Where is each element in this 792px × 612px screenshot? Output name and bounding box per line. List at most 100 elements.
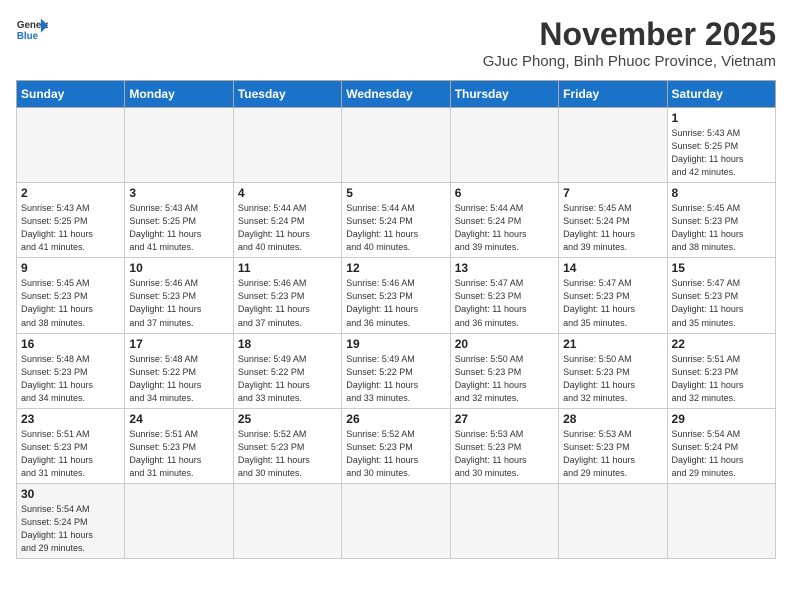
day-info: Sunrise: 5:43 AM Sunset: 5:25 PM Dayligh… <box>672 127 771 179</box>
day-info: Sunrise: 5:47 AM Sunset: 5:23 PM Dayligh… <box>672 277 771 329</box>
logo-icon: General Blue <box>16 16 48 44</box>
day-info: Sunrise: 5:46 AM Sunset: 5:23 PM Dayligh… <box>238 277 337 329</box>
calendar-cell: 7 Sunrise: 5:45 AM Sunset: 5:24 PM Daylig… <box>559 183 667 258</box>
day-info: Sunrise: 5:45 AM Sunset: 5:23 PM Dayligh… <box>672 202 771 254</box>
calendar-cell: 19Sunrise: 5:49 AM Sunset: 5:22 PM Dayli… <box>342 333 450 408</box>
day-info: Sunrise: 5:46 AM Sunset: 5:23 PM Dayligh… <box>129 277 228 329</box>
weekday-header-friday: Friday <box>559 81 667 108</box>
day-info: Sunrise: 5:45 AM Sunset: 5:24 PM Dayligh… <box>563 202 662 254</box>
calendar-cell: 17 Sunrise: 5:48 AM Sunset: 5:22 PM Dayli… <box>125 333 233 408</box>
calendar-cell <box>559 108 667 183</box>
day-number: 18 <box>238 337 337 351</box>
day-info: Sunrise: 5:52 AM Sunset: 5:23 PM Dayligh… <box>346 428 445 480</box>
day-number: 26 <box>346 412 445 426</box>
day-info: Sunrise: 5:48 AM Sunset: 5:23 PM Dayligh… <box>21 353 120 405</box>
weekday-header-row: SundayMondayTuesdayWednesdayThursdayFrid… <box>17 81 776 108</box>
day-number: 8 <box>672 186 771 200</box>
day-info: Sunrise: 5:50 AM Sunset: 5:23 PM Dayligh… <box>563 353 662 405</box>
day-info: Sunrise: 5:44 AM Sunset: 5:24 PM Dayligh… <box>455 202 554 254</box>
day-info: Sunrise: 5:51 AM Sunset: 5:23 PM Dayligh… <box>21 428 120 480</box>
day-number: 3 <box>129 186 228 200</box>
calendar-cell: 3 Sunrise: 5:43 AM Sunset: 5:25 PM Daylig… <box>125 183 233 258</box>
weekday-header-wednesday: Wednesday <box>342 81 450 108</box>
day-info: Sunrise: 5:48 AM Sunset: 5:22 PM Dayligh… <box>129 353 228 405</box>
calendar-cell: 16 Sunrise: 5:48 AM Sunset: 5:23 PM Dayli… <box>17 333 125 408</box>
calendar-cell <box>125 483 233 558</box>
day-number: 29 <box>672 412 771 426</box>
calendar-week-3: 16 Sunrise: 5:48 AM Sunset: 5:23 PM Dayli… <box>17 333 776 408</box>
day-number: 27 <box>455 412 554 426</box>
day-number: 20 <box>455 337 554 351</box>
day-number: 21 <box>563 337 662 351</box>
calendar-cell: 18 Sunrise: 5:49 AM Sunset: 5:22 PM Dayli… <box>233 333 341 408</box>
day-info: Sunrise: 5:43 AM Sunset: 5:25 PM Dayligh… <box>21 202 120 254</box>
calendar-cell: 2 Sunrise: 5:43 AM Sunset: 5:25 PM Daylig… <box>17 183 125 258</box>
day-info: Sunrise: 5:54 AM Sunset: 5:24 PM Dayligh… <box>21 503 120 555</box>
calendar-cell <box>667 483 775 558</box>
calendar-cell: 5 Sunrise: 5:44 AM Sunset: 5:24 PM Daylig… <box>342 183 450 258</box>
calendar-cell: 26 Sunrise: 5:52 AM Sunset: 5:23 PM Dayli… <box>342 408 450 483</box>
weekday-header-tuesday: Tuesday <box>233 81 341 108</box>
calendar-cell: 28Sunrise: 5:53 AM Sunset: 5:23 PM Dayli… <box>559 408 667 483</box>
calendar-cell: 24 Sunrise: 5:51 AM Sunset: 5:23 PM Dayli… <box>125 408 233 483</box>
day-number: 12 <box>346 261 445 275</box>
weekday-header-thursday: Thursday <box>450 81 558 108</box>
day-number: 15 <box>672 261 771 275</box>
day-info: Sunrise: 5:53 AM Sunset: 5:23 PM Dayligh… <box>563 428 662 480</box>
calendar-week-4: 23 Sunrise: 5:51 AM Sunset: 5:23 PM Dayli… <box>17 408 776 483</box>
day-info: Sunrise: 5:46 AM Sunset: 5:23 PM Dayligh… <box>346 277 445 329</box>
calendar-cell: 1Sunrise: 5:43 AM Sunset: 5:25 PM Daylig… <box>667 108 775 183</box>
calendar-cell: 20 Sunrise: 5:50 AM Sunset: 5:23 PM Dayli… <box>450 333 558 408</box>
day-info: Sunrise: 5:51 AM Sunset: 5:23 PM Dayligh… <box>672 353 771 405</box>
title-area: November 2025 GJuc Phong, Binh Phuoc Pro… <box>483 16 776 70</box>
day-info: Sunrise: 5:47 AM Sunset: 5:23 PM Dayligh… <box>455 277 554 329</box>
calendar-cell: 29Sunrise: 5:54 AM Sunset: 5:24 PM Dayli… <box>667 408 775 483</box>
day-number: 5 <box>346 186 445 200</box>
calendar-week-5: 30 Sunrise: 5:54 AM Sunset: 5:24 PM Dayli… <box>17 483 776 558</box>
day-number: 9 <box>21 261 120 275</box>
calendar-cell: 21 Sunrise: 5:50 AM Sunset: 5:23 PM Dayli… <box>559 333 667 408</box>
calendar-cell: 11 Sunrise: 5:46 AM Sunset: 5:23 PM Dayli… <box>233 258 341 333</box>
day-info: Sunrise: 5:45 AM Sunset: 5:23 PM Dayligh… <box>21 277 120 329</box>
day-number: 13 <box>455 261 554 275</box>
day-info: Sunrise: 5:50 AM Sunset: 5:23 PM Dayligh… <box>455 353 554 405</box>
day-number: 6 <box>455 186 554 200</box>
day-number: 16 <box>21 337 120 351</box>
calendar-cell: 23 Sunrise: 5:51 AM Sunset: 5:23 PM Dayli… <box>17 408 125 483</box>
day-info: Sunrise: 5:47 AM Sunset: 5:23 PM Dayligh… <box>563 277 662 329</box>
calendar-cell <box>233 108 341 183</box>
calendar-week-2: 9 Sunrise: 5:45 AM Sunset: 5:23 PM Daylig… <box>17 258 776 333</box>
calendar-cell: 22Sunrise: 5:51 AM Sunset: 5:23 PM Dayli… <box>667 333 775 408</box>
day-number: 17 <box>129 337 228 351</box>
calendar-cell: 25Sunrise: 5:52 AM Sunset: 5:23 PM Dayli… <box>233 408 341 483</box>
day-info: Sunrise: 5:43 AM Sunset: 5:25 PM Dayligh… <box>129 202 228 254</box>
calendar-cell: 10 Sunrise: 5:46 AM Sunset: 5:23 PM Dayli… <box>125 258 233 333</box>
day-info: Sunrise: 5:44 AM Sunset: 5:24 PM Dayligh… <box>238 202 337 254</box>
calendar-cell <box>450 483 558 558</box>
day-number: 14 <box>563 261 662 275</box>
calendar-cell: 6 Sunrise: 5:44 AM Sunset: 5:24 PM Daylig… <box>450 183 558 258</box>
day-info: Sunrise: 5:53 AM Sunset: 5:23 PM Dayligh… <box>455 428 554 480</box>
calendar-cell: 27 Sunrise: 5:53 AM Sunset: 5:23 PM Dayli… <box>450 408 558 483</box>
weekday-header-sunday: Sunday <box>17 81 125 108</box>
svg-text:Blue: Blue <box>17 31 39 42</box>
day-number: 4 <box>238 186 337 200</box>
calendar-cell: 9 Sunrise: 5:45 AM Sunset: 5:23 PM Daylig… <box>17 258 125 333</box>
day-number: 25 <box>238 412 337 426</box>
day-number: 23 <box>21 412 120 426</box>
day-number: 2 <box>21 186 120 200</box>
day-info: Sunrise: 5:51 AM Sunset: 5:23 PM Dayligh… <box>129 428 228 480</box>
calendar-cell <box>559 483 667 558</box>
day-info: Sunrise: 5:49 AM Sunset: 5:22 PM Dayligh… <box>238 353 337 405</box>
day-number: 24 <box>129 412 228 426</box>
day-number: 7 <box>563 186 662 200</box>
day-number: 11 <box>238 261 337 275</box>
day-number: 30 <box>21 487 120 501</box>
header: General Blue November 2025 GJuc Phong, B… <box>16 16 776 70</box>
calendar-cell: 15 Sunrise: 5:47 AM Sunset: 5:23 PM Dayli… <box>667 258 775 333</box>
day-number: 10 <box>129 261 228 275</box>
day-info: Sunrise: 5:44 AM Sunset: 5:24 PM Dayligh… <box>346 202 445 254</box>
weekday-header-monday: Monday <box>125 81 233 108</box>
calendar-cell: 4 Sunrise: 5:44 AM Sunset: 5:24 PM Daylig… <box>233 183 341 258</box>
calendar-table: SundayMondayTuesdayWednesdayThursdayFrid… <box>16 80 776 559</box>
